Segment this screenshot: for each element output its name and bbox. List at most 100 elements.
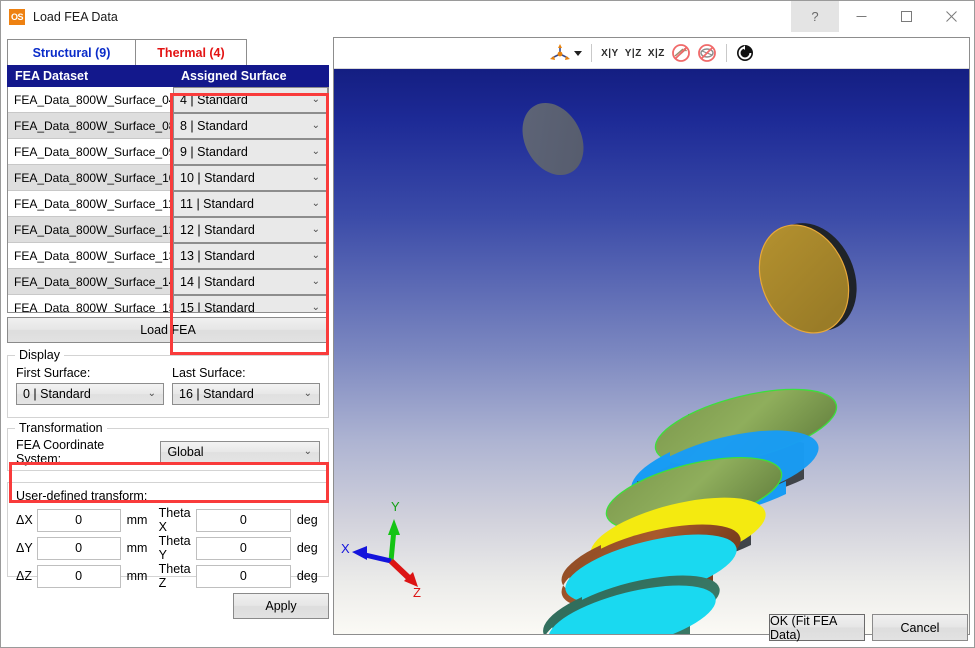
assigned-surface-combo[interactable]: 15 | Standard ⌄ xyxy=(173,294,328,312)
transform-row-x: ΔX 0 mm Theta X 0 deg xyxy=(16,506,320,534)
fea-coordinate-system-combo[interactable]: Global ⌄ xyxy=(160,441,320,463)
assigned-surface-combo[interactable]: 8 | Standard ⌄ xyxy=(173,112,328,139)
tab-strip: Structural (9) Thermal (4) xyxy=(7,37,329,65)
delta-z-input[interactable]: 0 xyxy=(36,564,121,588)
load-fea-data-dialog: OS Load FEA Data ? Structural (9) Therma… xyxy=(0,0,975,648)
toolbar-separator xyxy=(591,44,593,62)
cell-assigned-surface: 9 | Standard ⌄ xyxy=(173,138,328,165)
table-row[interactable]: FEA_Data_800W_Surface_11_D 11 | Standard… xyxy=(8,190,328,217)
assigned-surface-combo[interactable]: 14 | Standard ⌄ xyxy=(173,268,328,295)
first-surface-value: 0 | Standard xyxy=(23,387,91,401)
assigned-surface-value: 9 | Standard xyxy=(180,144,248,159)
theta-x-input[interactable]: 0 xyxy=(195,508,291,532)
delta-z-label: ΔZ xyxy=(16,569,32,583)
table-row[interactable]: FEA_Data_800W_Surface_15_D 15 | Standard… xyxy=(8,294,328,312)
assigned-surface-combo[interactable]: 12 | Standard ⌄ xyxy=(173,216,328,243)
3d-scene: Y X Z xyxy=(341,102,857,634)
first-surface-combo[interactable]: 0 | Standard ⌄ xyxy=(16,383,164,405)
cell-assigned-surface: 4 | Standard ⌄ xyxy=(173,87,328,113)
theta-z-unit: deg xyxy=(296,569,318,583)
last-surface-field: Last Surface: 16 | Standard ⌄ xyxy=(172,366,320,405)
dialog-footer: OK (Fit FEA Data) Cancel xyxy=(1,607,974,647)
theta-z-input[interactable]: 0 xyxy=(195,564,291,588)
chevron-down-icon: ⌄ xyxy=(311,119,320,131)
toolbar-separator xyxy=(725,44,727,62)
title-bar: OS Load FEA Data ? xyxy=(1,1,974,32)
hide-surfaces-button[interactable] xyxy=(694,41,720,65)
delta-y-label: ΔY xyxy=(16,541,33,555)
theta-z-cell: 0 xyxy=(195,562,291,590)
cancel-button[interactable]: Cancel xyxy=(872,614,968,641)
chevron-down-icon: ⌄ xyxy=(303,388,312,399)
assigned-surface-value: 14 | Standard xyxy=(180,274,255,289)
tab-structural[interactable]: Structural (9) xyxy=(7,39,136,65)
table-row[interactable]: FEA_Data_800W_Surface_10_D 10 | Standard… xyxy=(8,164,328,191)
caption-buttons: ? xyxy=(791,1,974,32)
table-row[interactable]: FEA_Data_800W_Surface_08_D 8 | Standard … xyxy=(8,112,328,139)
3d-canvas[interactable]: Y X Z xyxy=(334,69,969,634)
cell-dataset-name: FEA_Data_800W_Surface_10_D xyxy=(14,170,173,185)
axis-label-z: Z xyxy=(413,585,421,600)
delta-z-cell: 0 xyxy=(36,562,121,590)
table-row[interactable]: FEA_Data_800W_Surface_14_D 14 | Standard… xyxy=(8,268,328,295)
refresh-button[interactable] xyxy=(733,41,757,65)
last-surface-combo[interactable]: 16 | Standard ⌄ xyxy=(172,383,320,405)
delta-x-input[interactable]: 0 xyxy=(36,508,121,532)
cell-dataset-name: FEA_Data_800W_Surface_14_D xyxy=(14,274,173,289)
user-transform-table: ΔX 0 mm Theta X 0 deg ΔY 0 mm Theta Y 0 … xyxy=(16,506,320,590)
minimize-icon[interactable] xyxy=(839,1,884,32)
assigned-surface-value: 13 | Standard xyxy=(180,248,255,263)
assigned-surface-value: 12 | Standard xyxy=(180,222,255,237)
cell-assigned-surface: 14 | Standard ⌄ xyxy=(173,268,328,295)
no-surfaces-icon xyxy=(697,44,716,62)
chevron-down-icon: ⌄ xyxy=(311,145,320,157)
assigned-surface-combo[interactable]: 4 | Standard ⌄ xyxy=(173,87,328,113)
orientation-dropdown[interactable] xyxy=(546,41,585,65)
close-icon[interactable] xyxy=(929,1,974,32)
chevron-down-icon: ⌄ xyxy=(311,249,320,261)
table-row[interactable]: FEA_Data_800W_Surface_13_D 13 | Standard… xyxy=(8,242,328,269)
table-row[interactable]: FEA_Data_800W_Surface_04_D 4 | Standard … xyxy=(8,87,328,113)
tab-thermal[interactable]: Thermal (4) xyxy=(135,39,247,65)
load-fea-button[interactable]: Load FEA xyxy=(7,317,329,343)
table-row[interactable]: FEA_Data_800W_Surface_12_D 12 | Standard… xyxy=(8,216,328,243)
delta-x-unit: mm xyxy=(126,513,148,527)
grid-header: FEA Dataset Assigned Surface xyxy=(7,65,329,87)
theta-x-cell: 0 xyxy=(195,506,291,534)
help-button[interactable]: ? xyxy=(791,1,839,32)
cell-assigned-surface: 8 | Standard ⌄ xyxy=(173,112,328,139)
assigned-surface-combo[interactable]: 11 | Standard ⌄ xyxy=(173,190,328,217)
axis-label-x: X xyxy=(341,541,350,556)
cell-dataset-name: FEA_Data_800W_Surface_04_D xyxy=(14,92,173,107)
chevron-down-icon xyxy=(574,50,583,56)
assigned-surface-combo[interactable]: 13 | Standard ⌄ xyxy=(173,242,328,269)
view-xy-button[interactable]: X|Y xyxy=(598,41,622,65)
view-xz-button[interactable]: X|Z xyxy=(645,41,668,65)
ok-fit-fea-data-button[interactable]: OK (Fit FEA Data) xyxy=(769,614,865,642)
3d-viewer-panel: X|Y Y|Z X|Z Y X Z xyxy=(333,37,970,635)
first-surface-label: First Surface: xyxy=(16,366,91,380)
assigned-surface-combo[interactable]: 9 | Standard ⌄ xyxy=(173,138,328,165)
dialog-content: Structural (9) Thermal (4) FEA Dataset A… xyxy=(1,32,974,647)
chevron-down-icon: ⌄ xyxy=(311,197,320,209)
theta-x-label: Theta X xyxy=(158,506,191,534)
theta-x-unit: deg xyxy=(296,513,318,527)
viewer-toolbar: X|Y Y|Z X|Z xyxy=(334,38,969,69)
table-row[interactable]: FEA_Data_800W_Surface_09_D 9 | Standard … xyxy=(8,138,328,165)
cell-dataset-name: FEA_Data_800W_Surface_12_D xyxy=(14,222,173,237)
hide-rays-button[interactable] xyxy=(668,41,694,65)
chevron-down-icon: ⌄ xyxy=(311,171,320,183)
maximize-icon[interactable] xyxy=(884,1,929,32)
app-icon: OS xyxy=(9,8,25,25)
axis-indicator: Y X Z xyxy=(341,499,421,600)
assigned-surface-value: 8 | Standard xyxy=(180,118,248,133)
left-panel: Structural (9) Thermal (4) FEA Dataset A… xyxy=(7,37,329,645)
assigned-surface-combo[interactable]: 10 | Standard ⌄ xyxy=(173,164,328,191)
view-yz-button[interactable]: Y|Z xyxy=(622,41,645,65)
delta-z-unit: mm xyxy=(126,569,148,583)
surface-disc-gold xyxy=(758,223,857,334)
delta-y-input[interactable]: 0 xyxy=(36,536,121,560)
cell-dataset-name: FEA_Data_800W_Surface_13_D xyxy=(14,248,173,263)
theta-y-input[interactable]: 0 xyxy=(195,536,291,560)
user-defined-transform-group: User-defined transform: ΔX 0 mm Theta X … xyxy=(7,482,329,590)
